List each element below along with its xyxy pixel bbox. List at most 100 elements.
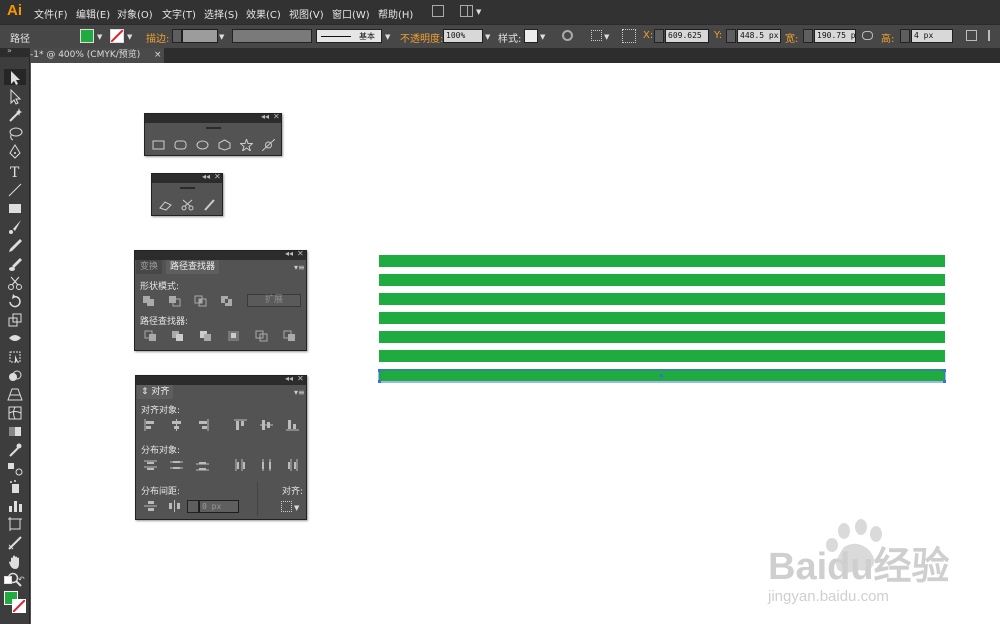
scale-tool[interactable]	[7, 312, 23, 328]
distribute-top-icon[interactable]	[144, 459, 157, 471]
x-stepper[interactable]	[654, 29, 664, 43]
selection-bounding-box[interactable]	[378, 369, 946, 383]
outline-icon[interactable]	[255, 330, 268, 342]
green-stripe-path[interactable]	[379, 255, 945, 267]
pen-tool[interactable]	[7, 144, 23, 160]
stroke-weight-input[interactable]	[182, 29, 218, 43]
blend-tool[interactable]	[7, 461, 23, 477]
menu-object[interactable]: 对象(O)	[117, 6, 153, 21]
green-stripe-path[interactable]	[379, 350, 945, 362]
spacing-input[interactable]: 0 px	[199, 500, 239, 513]
align-left-icon[interactable]	[144, 419, 157, 431]
collapse-panel-icon[interactable]: ◂◂	[202, 172, 210, 181]
x-input[interactable]: 609.625	[665, 29, 709, 43]
ellipse-tool-icon[interactable]	[196, 139, 209, 151]
menu-help[interactable]: 帮助(H)	[378, 6, 413, 21]
column-graph-tool[interactable]	[7, 498, 23, 514]
distribute-horizontal-center-icon[interactable]	[260, 459, 273, 471]
fill-dropdown-icon[interactable]: ▼	[97, 33, 102, 41]
document-tab[interactable]: -1* @ 400% (CMYK/预览) ×	[30, 48, 164, 63]
polygon-tool-icon[interactable]	[218, 139, 231, 151]
close-panel-icon[interactable]: ✕	[297, 249, 304, 258]
align-to-dropdown-icon[interactable]: ▼	[294, 504, 299, 512]
scissors-tool-icon[interactable]	[181, 199, 194, 211]
spacing-stepper[interactable]	[187, 500, 199, 513]
green-stripe-path[interactable]	[379, 274, 945, 286]
panel-options-menu-icon[interactable]: ▾≡	[294, 263, 305, 272]
exclude-icon[interactable]	[220, 295, 233, 307]
brush-dropdown-icon[interactable]: ▼	[385, 33, 390, 41]
menu-select[interactable]: 选择(S)	[204, 6, 238, 21]
menu-window[interactable]: 窗口(W)	[332, 6, 370, 21]
paintbrush-tool[interactable]	[7, 219, 23, 235]
distribute-left-icon[interactable]	[234, 459, 247, 471]
panel-header[interactable]: ◂◂ ✕	[152, 172, 222, 183]
document-tab-close-icon[interactable]: ×	[154, 48, 162, 63]
horizontal-distribute-space-icon[interactable]	[168, 500, 181, 512]
panel-menu-icon[interactable]	[988, 30, 998, 41]
tab-align[interactable]: ⇕ 对齐	[137, 385, 174, 399]
shape-builder-tool[interactable]	[7, 368, 23, 384]
y-input[interactable]: 448.5 px	[737, 29, 781, 43]
direct-selection-tool[interactable]	[7, 88, 23, 105]
align-right-icon[interactable]	[196, 419, 209, 431]
rectangle-tool-icon[interactable]	[152, 139, 165, 151]
menu-edit[interactable]: 编辑(E)	[76, 6, 110, 21]
rotate-tool[interactable]	[7, 293, 23, 309]
align-bottom-icon[interactable]	[286, 419, 299, 431]
panel-grip[interactable]	[180, 187, 195, 189]
artboard-tool[interactable]	[7, 516, 23, 532]
tab-pathfinder[interactable]: 路径查找器	[166, 260, 220, 274]
swap-colors-icon[interactable]: ↶	[18, 575, 25, 584]
trim-icon[interactable]	[171, 330, 184, 342]
bridge-icon[interactable]	[432, 5, 444, 17]
stroke-dropdown-icon[interactable]: ▼	[127, 33, 132, 41]
opacity-input[interactable]: 100%	[443, 29, 483, 43]
width-input[interactable]: 190.75 px	[814, 29, 856, 43]
crop-icon[interactable]	[227, 330, 240, 342]
green-stripe-path[interactable]	[379, 331, 945, 343]
stroke-label[interactable]: 描边:	[146, 30, 169, 45]
flare-tool-icon[interactable]	[262, 139, 275, 151]
collapse-panel-icon[interactable]: ◂◂	[261, 112, 269, 121]
expand-button[interactable]: 扩展	[247, 294, 301, 307]
style-dropdown-icon[interactable]: ▼	[540, 33, 545, 41]
symbol-sprayer-tool[interactable]	[7, 479, 23, 495]
rounded-rectangle-tool-icon[interactable]	[174, 139, 187, 151]
opacity-label[interactable]: 不透明度:	[400, 30, 443, 45]
constrain-proportions-icon[interactable]	[862, 31, 873, 40]
slice-tool[interactable]	[7, 535, 23, 551]
hand-tool[interactable]	[7, 554, 23, 570]
line-tool[interactable]	[7, 182, 23, 198]
tab-transform[interactable]: 变换	[136, 260, 163, 274]
pencil-tool[interactable]	[7, 237, 23, 253]
perspective-grid-tool[interactable]	[7, 386, 23, 402]
recolor-artwork-icon[interactable]	[562, 30, 573, 41]
align-vertical-center-icon[interactable]	[260, 419, 273, 431]
distribute-vertical-center-icon[interactable]	[170, 459, 183, 471]
transform-reference-icon[interactable]	[622, 29, 636, 43]
panel-header[interactable]: ◂◂ ✕	[135, 249, 306, 260]
close-panel-icon[interactable]: ✕	[273, 112, 280, 121]
rectangle-tool[interactable]	[7, 200, 23, 216]
gradient-tool[interactable]	[7, 423, 23, 439]
merge-icon[interactable]	[199, 330, 212, 342]
width-stepper[interactable]	[803, 29, 813, 43]
magic-wand-tool[interactable]	[7, 107, 23, 123]
stroke-weight-stepper[interactable]	[172, 29, 182, 43]
divide-icon[interactable]	[144, 330, 157, 342]
width-tool[interactable]	[7, 330, 23, 346]
opacity-dropdown-icon[interactable]: ▼	[485, 33, 490, 41]
collapse-panel-icon[interactable]: ◂◂	[285, 249, 293, 258]
panel-options-menu-icon[interactable]: ▾≡	[294, 388, 305, 397]
default-colors-icon[interactable]	[4, 576, 12, 584]
lasso-tool[interactable]	[7, 126, 23, 142]
green-stripe-path[interactable]	[379, 312, 945, 324]
free-transform-tool[interactable]	[7, 349, 23, 365]
panel-grip[interactable]	[206, 127, 221, 129]
green-stripe-path[interactable]	[379, 293, 945, 305]
menu-type[interactable]: 文字(T)	[162, 6, 196, 21]
brush-definition-dropdown[interactable]: 基本	[316, 29, 382, 43]
align-to-selection-icon[interactable]	[281, 501, 292, 512]
star-tool-icon[interactable]	[240, 139, 253, 151]
